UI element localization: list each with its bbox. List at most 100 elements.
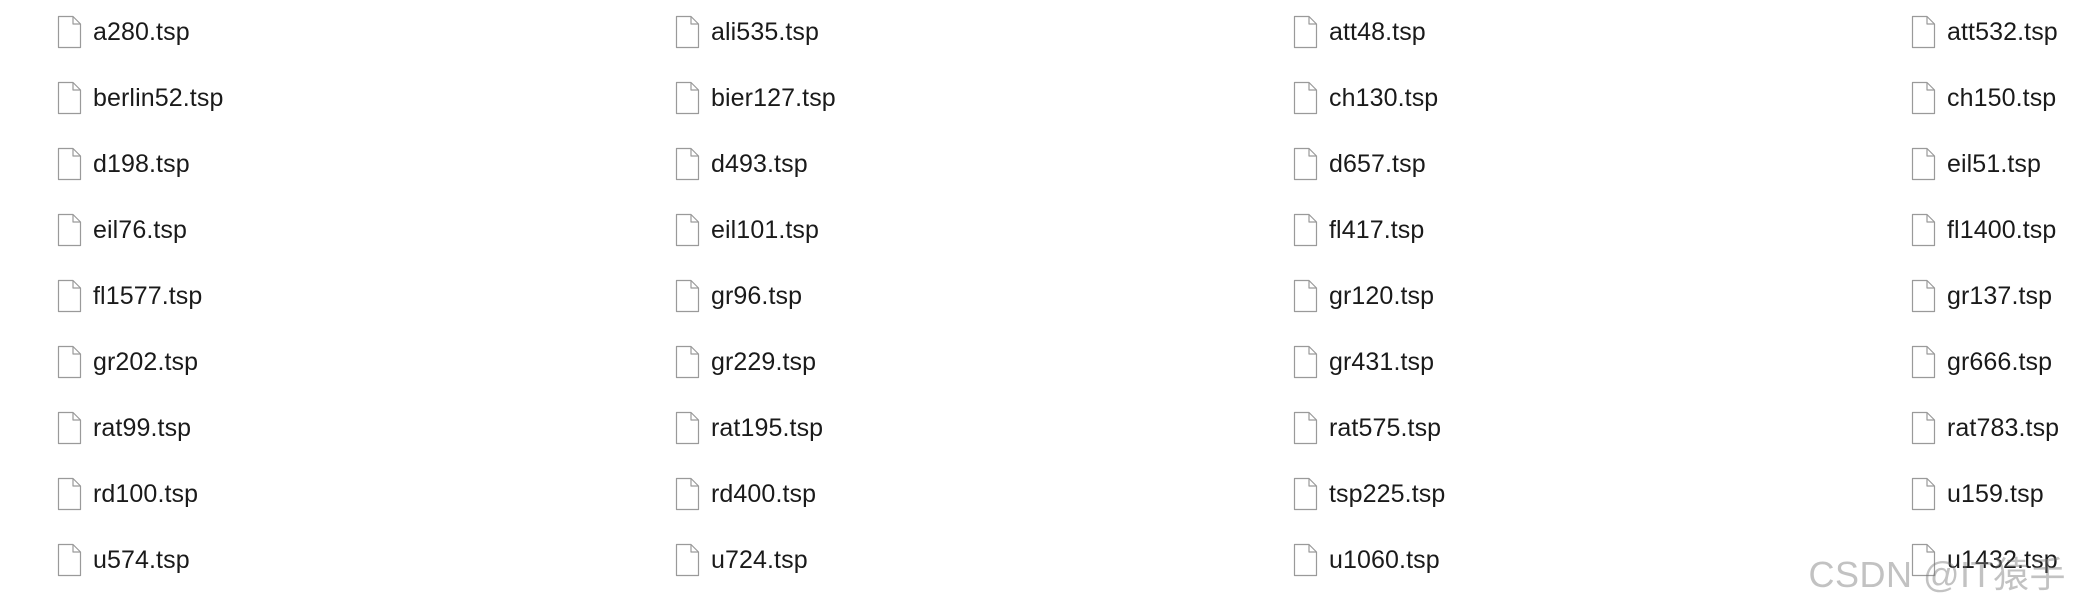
- file-name: gr96.tsp: [711, 281, 803, 310]
- file-item[interactable]: gr120.tsp: [1292, 274, 1910, 318]
- file-item[interactable]: rat99.tsp: [56, 406, 674, 450]
- document-icon: [56, 543, 82, 577]
- document-icon: [1292, 279, 1318, 313]
- document-icon: [56, 213, 82, 247]
- file-name: att48.tsp: [1329, 17, 1426, 46]
- file-item[interactable]: u1432.tsp: [1910, 538, 2082, 582]
- file-name: eil76.tsp: [93, 215, 188, 244]
- file-name: gr137.tsp: [1947, 281, 2053, 310]
- file-name: gr229.tsp: [711, 347, 817, 376]
- document-icon: [1910, 279, 1936, 313]
- file-item[interactable]: u159.tsp: [1910, 472, 2082, 516]
- file-name: u1432.tsp: [1947, 545, 2058, 574]
- file-list-view: a280.tsp ali535.tsp att48.tsp att532.tsp ber…: [0, 0, 2082, 610]
- document-icon: [1292, 147, 1318, 181]
- file-name: rd400.tsp: [711, 479, 817, 508]
- document-icon: [1292, 213, 1318, 247]
- file-name: u574.tsp: [93, 545, 190, 574]
- file-name: fl1400.tsp: [1947, 215, 2057, 244]
- document-icon: [674, 345, 700, 379]
- file-item[interactable]: d198.tsp: [56, 142, 674, 186]
- file-name: eil51.tsp: [1947, 149, 2042, 178]
- file-item[interactable]: rat575.tsp: [1292, 406, 1910, 450]
- file-item[interactable]: d657.tsp: [1292, 142, 1910, 186]
- document-icon: [56, 147, 82, 181]
- document-icon: [56, 81, 82, 115]
- file-name: rat195.tsp: [711, 413, 824, 442]
- file-item[interactable]: fl417.tsp: [1292, 208, 1910, 252]
- file-item[interactable]: gr229.tsp: [674, 340, 1292, 384]
- document-icon: [674, 81, 700, 115]
- file-item[interactable]: gr96.tsp: [674, 274, 1292, 318]
- document-icon: [674, 477, 700, 511]
- file-item[interactable]: eil101.tsp: [674, 208, 1292, 252]
- file-item[interactable]: d493.tsp: [674, 142, 1292, 186]
- file-item[interactable]: gr431.tsp: [1292, 340, 1910, 384]
- file-name: fl1577.tsp: [93, 281, 203, 310]
- document-icon: [674, 279, 700, 313]
- document-icon: [674, 147, 700, 181]
- document-icon: [56, 15, 82, 49]
- document-icon: [1910, 543, 1936, 577]
- file-name: fl417.tsp: [1329, 215, 1425, 244]
- file-name: gr120.tsp: [1329, 281, 1435, 310]
- document-icon: [674, 213, 700, 247]
- file-item[interactable]: ch150.tsp: [1910, 76, 2082, 120]
- file-name: rat575.tsp: [1329, 413, 1442, 442]
- document-icon: [1910, 81, 1936, 115]
- document-icon: [1292, 543, 1318, 577]
- file-name: bier127.tsp: [711, 83, 836, 112]
- file-name: rat783.tsp: [1947, 413, 2060, 442]
- file-name: gr431.tsp: [1329, 347, 1435, 376]
- file-item[interactable]: gr137.tsp: [1910, 274, 2082, 318]
- file-item[interactable]: tsp225.tsp: [1292, 472, 1910, 516]
- file-item[interactable]: fl1577.tsp: [56, 274, 674, 318]
- file-name: u159.tsp: [1947, 479, 2044, 508]
- file-name: d198.tsp: [93, 149, 190, 178]
- file-item[interactable]: u724.tsp: [674, 538, 1292, 582]
- file-name: eil101.tsp: [711, 215, 820, 244]
- file-item[interactable]: rd100.tsp: [56, 472, 674, 516]
- document-icon: [1910, 345, 1936, 379]
- file-item[interactable]: gr666.tsp: [1910, 340, 2082, 384]
- file-item[interactable]: att532.tsp: [1910, 10, 2082, 54]
- file-name: a280.tsp: [93, 17, 190, 46]
- file-item[interactable]: gr202.tsp: [56, 340, 674, 384]
- file-name: d657.tsp: [1329, 149, 1426, 178]
- file-item[interactable]: eil76.tsp: [56, 208, 674, 252]
- file-name: berlin52.tsp: [93, 83, 224, 112]
- file-item[interactable]: rat783.tsp: [1910, 406, 2082, 450]
- document-icon: [56, 411, 82, 445]
- document-icon: [1292, 477, 1318, 511]
- document-icon: [1292, 15, 1318, 49]
- document-icon: [1292, 411, 1318, 445]
- document-icon: [1910, 15, 1936, 49]
- file-item[interactable]: rd400.tsp: [674, 472, 1292, 516]
- document-icon: [1910, 147, 1936, 181]
- file-item[interactable]: rat195.tsp: [674, 406, 1292, 450]
- file-name: att532.tsp: [1947, 17, 2058, 46]
- file-item[interactable]: a280.tsp: [56, 10, 674, 54]
- file-name: tsp225.tsp: [1329, 479, 1446, 508]
- file-name: gr666.tsp: [1947, 347, 2053, 376]
- file-item[interactable]: bier127.tsp: [674, 76, 1292, 120]
- file-item[interactable]: att48.tsp: [1292, 10, 1910, 54]
- file-name: ch150.tsp: [1947, 83, 2057, 112]
- file-name: rat99.tsp: [93, 413, 192, 442]
- file-item[interactable]: eil51.tsp: [1910, 142, 2082, 186]
- file-item[interactable]: berlin52.tsp: [56, 76, 674, 120]
- document-icon: [674, 543, 700, 577]
- document-icon: [56, 279, 82, 313]
- file-name: d493.tsp: [711, 149, 808, 178]
- file-name: u724.tsp: [711, 545, 808, 574]
- document-icon: [1292, 81, 1318, 115]
- file-item[interactable]: ali535.tsp: [674, 10, 1292, 54]
- file-name: rd100.tsp: [93, 479, 199, 508]
- file-item[interactable]: ch130.tsp: [1292, 76, 1910, 120]
- document-icon: [1910, 477, 1936, 511]
- document-icon: [1910, 411, 1936, 445]
- document-icon: [56, 477, 82, 511]
- file-item[interactable]: u1060.tsp: [1292, 538, 1910, 582]
- file-item[interactable]: u574.tsp: [56, 538, 674, 582]
- file-item[interactable]: fl1400.tsp: [1910, 208, 2082, 252]
